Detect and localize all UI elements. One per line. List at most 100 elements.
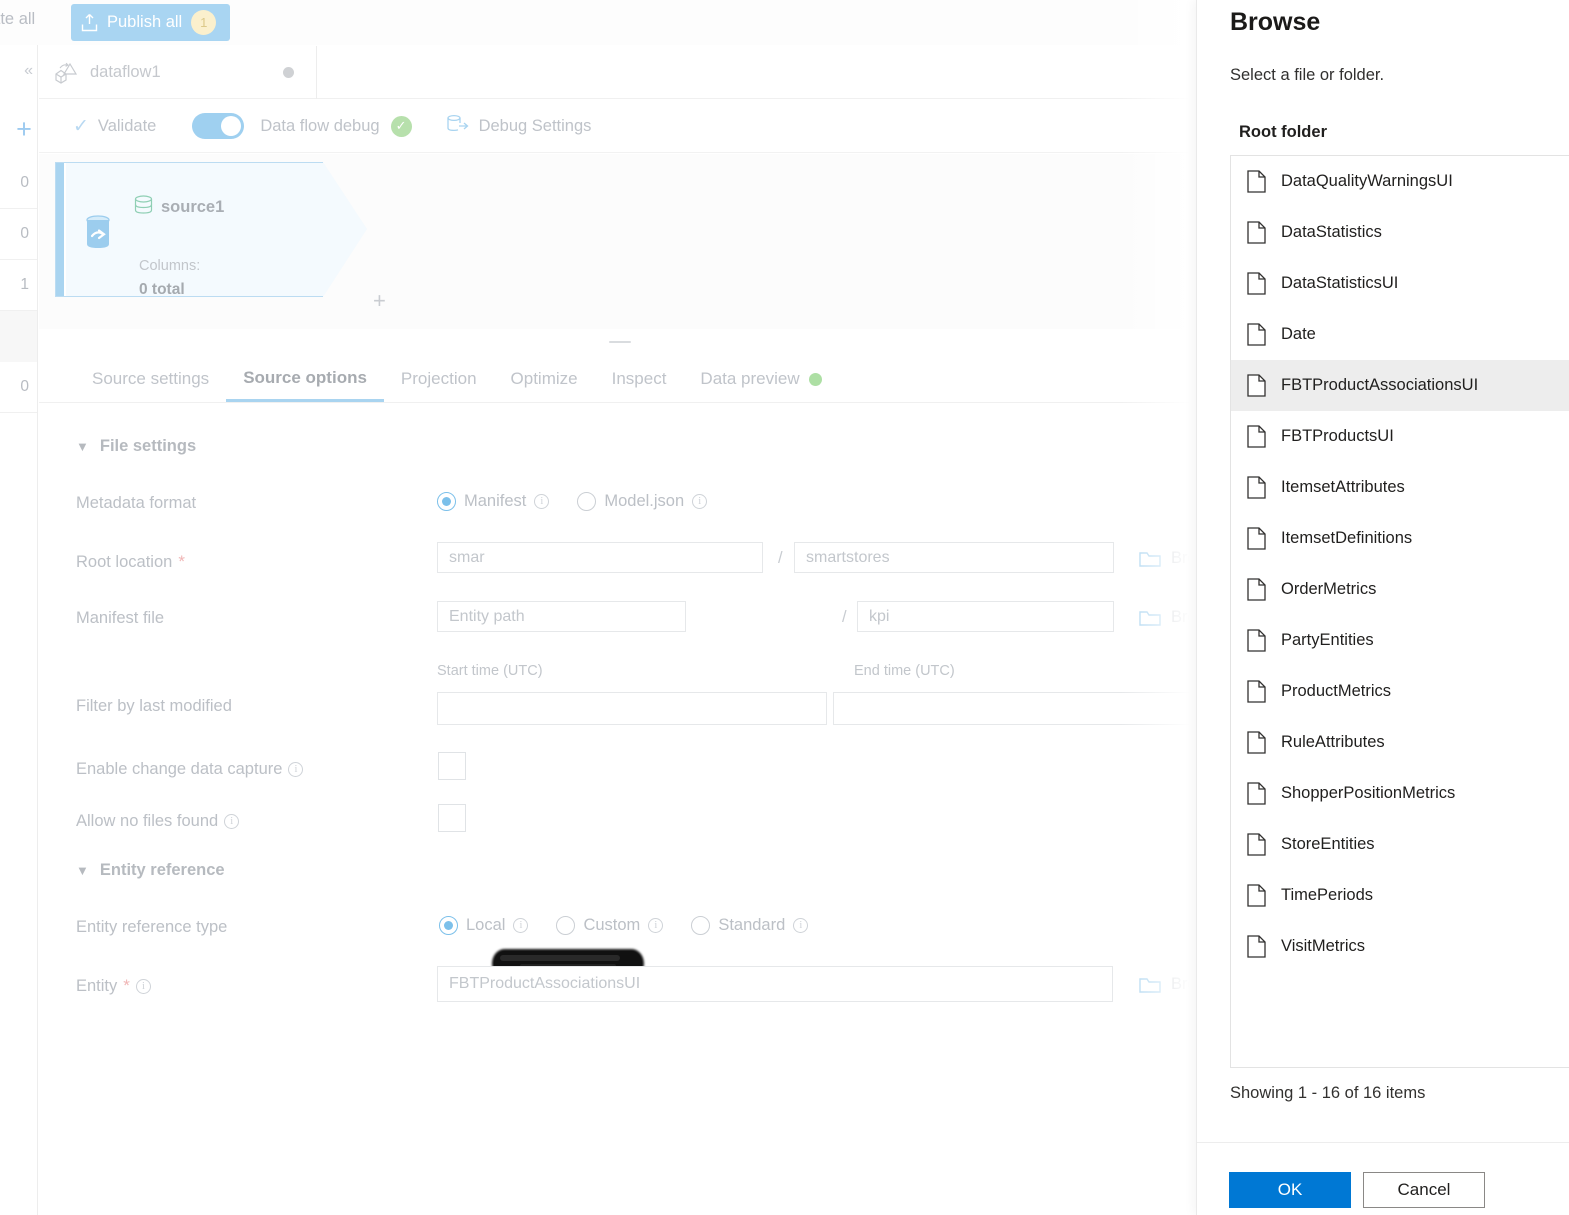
manifest-file-browse-button[interactable]: Browse [1139, 608, 1200, 627]
manifest-file-label: Manifest file [76, 609, 164, 628]
tab-inspect[interactable]: Inspect [595, 356, 684, 402]
info-icon[interactable]: i [534, 494, 550, 509]
publish-all-label: Publish all [107, 13, 183, 31]
node-add-transform-button[interactable]: + [373, 288, 386, 314]
panel-splitter[interactable] [39, 333, 1200, 351]
file-settings-group-header[interactable]: ▼ File settings [76, 437, 196, 456]
list-item[interactable]: StoreEntities [1231, 819, 1569, 870]
tab-projection[interactable]: Projection [384, 356, 494, 402]
entity-reference-group-header[interactable]: ▼ Entity reference [76, 861, 225, 880]
list-item[interactable]: DataStatisticsUI [1231, 258, 1569, 309]
rail-count-label: 0 [20, 225, 29, 242]
source-database-icon [133, 194, 154, 220]
rail-selected-row[interactable] [0, 311, 37, 362]
list-item[interactable]: OrderMetrics [1231, 564, 1569, 615]
info-icon[interactable]: i [135, 978, 151, 994]
metadata-format-radio-group: Manifest i Model.json i [437, 492, 735, 511]
enable-cdc-label: Enable change data capture i [76, 760, 304, 779]
list-item-label: ItemsetAttributes [1281, 478, 1405, 496]
label-text: Root location [76, 552, 173, 571]
info-icon[interactable]: i [648, 918, 664, 933]
list-item-label: VisitMetrics [1281, 937, 1366, 955]
debug-settings-button[interactable]: Debug Settings [446, 113, 591, 140]
file-icon [1247, 782, 1266, 805]
browse-file-list[interactable]: DataQualityWarningsUI DataStatistics Dat… [1230, 155, 1569, 1068]
tab-label: Source settings [92, 369, 210, 388]
dataflow-tab[interactable]: dataflow1 [39, 46, 317, 99]
tab-label: Inspect [611, 369, 667, 388]
source-stream-icon [81, 214, 115, 250]
publish-all-button[interactable]: Publish all 1 [71, 4, 231, 41]
root-location-container-input[interactable]: smar [437, 542, 763, 573]
validate-button[interactable]: ✓ Validate [73, 115, 156, 138]
rail-count-row-1[interactable]: 0 [0, 158, 37, 209]
tab-optimize[interactable]: Optimize [494, 356, 595, 402]
root-location-browse-button[interactable]: Browse [1139, 549, 1200, 568]
start-time-input[interactable] [437, 692, 827, 725]
manifest-entity-path-input[interactable]: Entity path [437, 601, 686, 632]
dataflow-tab-label: dataflow1 [90, 63, 161, 81]
tab-source-settings[interactable]: Source settings [75, 356, 226, 402]
cancel-button[interactable]: Cancel [1363, 1172, 1485, 1208]
dataflow-editor-backdrop: date all Publish all 1 « + 0 0 1 [0, 0, 1200, 1215]
ok-button[interactable]: OK [1229, 1172, 1351, 1208]
label-text: Allow no files found [76, 812, 219, 830]
list-item[interactable]: DataQualityWarningsUI [1231, 156, 1569, 207]
entity-ref-option-standard[interactable]: Standard i [691, 916, 809, 935]
data-flow-debug-label: Data flow debug [260, 116, 380, 135]
radio-indicator [556, 916, 576, 935]
rail-count-row-2[interactable]: 0 [0, 209, 37, 260]
dataflow-icon [53, 61, 79, 85]
list-item-label: ItemsetDefinitions [1281, 529, 1413, 547]
chevron-down-icon: ▼ [76, 863, 89, 878]
file-icon [1247, 476, 1266, 499]
rail-count-label: 1 [20, 276, 29, 293]
entity-browse-button[interactable]: Browse [1139, 975, 1200, 994]
list-item[interactable]: PartyEntities [1231, 615, 1569, 666]
list-item[interactable]: ItemsetDefinitions [1231, 513, 1569, 564]
list-item[interactable]: Date [1231, 309, 1569, 360]
entity-reference-type-radio-group: Local i Custom i Standard i [439, 916, 836, 935]
validate-all-button[interactable]: date all [0, 10, 35, 29]
list-item[interactable]: DataStatistics [1231, 207, 1569, 258]
entity-ref-option-custom[interactable]: Custom i [556, 916, 664, 935]
metadata-format-option-modeljson[interactable]: Model.json i [577, 492, 708, 511]
source-node[interactable]: source1 Columns: 0 total + [55, 161, 386, 313]
list-item[interactable]: ShopperPositionMetrics [1231, 768, 1569, 819]
data-flow-debug-toggle[interactable] [192, 113, 245, 139]
tab-label: Data preview [700, 369, 800, 388]
tab-source-options[interactable]: Source options [226, 356, 384, 402]
tab-data-preview[interactable]: Data preview [683, 356, 838, 402]
settings-tab-bar: Source settings Source options Projectio… [39, 356, 1200, 403]
file-icon [1247, 221, 1266, 244]
list-item[interactable]: RuleAttributes [1231, 717, 1569, 768]
end-time-input[interactable] [833, 692, 1198, 725]
list-item-selected[interactable]: FBTProductAssociationsUI [1231, 360, 1569, 411]
rail-count-row-4[interactable]: 0 [0, 362, 37, 413]
entity-ref-option-local[interactable]: Local i [439, 916, 529, 935]
list-item[interactable]: VisitMetrics [1231, 921, 1569, 972]
file-icon [1247, 527, 1266, 550]
info-icon[interactable]: i [224, 814, 240, 829]
entity-input[interactable]: FBTProductAssociationsUI [437, 966, 1113, 1002]
file-icon [1247, 323, 1266, 346]
info-icon[interactable]: i [288, 762, 304, 777]
list-item-label: StoreEntities [1281, 835, 1375, 853]
root-location-folder-input[interactable]: smartstores [794, 542, 1114, 573]
rail-count-row-3[interactable]: 1 [0, 260, 37, 311]
manifest-file-input[interactable]: kpi [857, 601, 1114, 632]
node-accent-stripe [56, 163, 66, 296]
add-resource-button[interactable]: + [13, 116, 35, 143]
list-item[interactable]: ItemsetAttributes [1231, 462, 1569, 513]
list-item[interactable]: TimePeriods [1231, 870, 1569, 921]
chevron-double-left-icon[interactable]: « [24, 62, 33, 80]
list-item[interactable]: FBTProductsUI [1231, 411, 1569, 462]
enable-cdc-checkbox[interactable] [438, 752, 466, 780]
info-icon[interactable]: i [513, 918, 529, 933]
file-icon [1247, 731, 1266, 754]
info-icon[interactable]: i [692, 494, 708, 509]
list-item[interactable]: ProductMetrics [1231, 666, 1569, 717]
metadata-format-option-manifest[interactable]: Manifest i [437, 492, 550, 511]
info-icon[interactable]: i [793, 918, 809, 933]
allow-no-files-checkbox[interactable] [438, 804, 466, 832]
